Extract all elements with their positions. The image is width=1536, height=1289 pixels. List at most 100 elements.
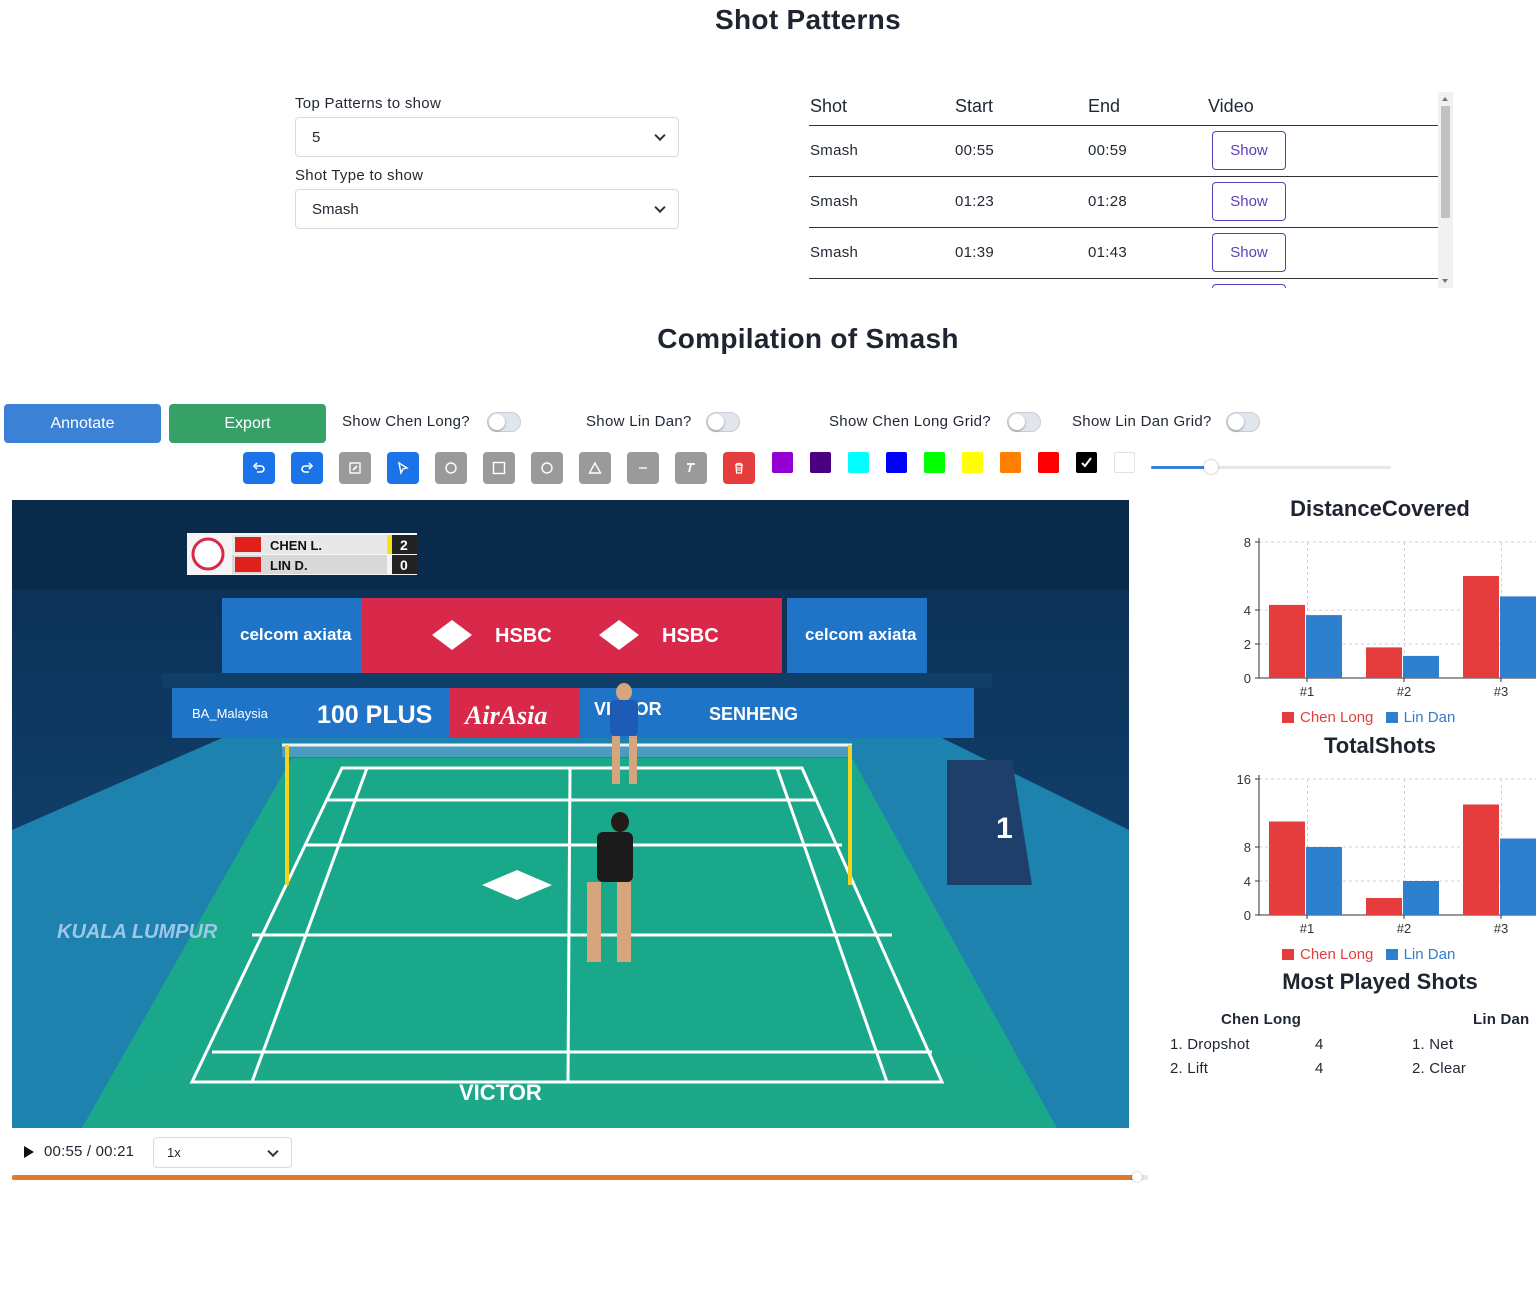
delete-tool-button[interactable]	[723, 452, 755, 484]
most-played-header-lin-dan: Lin Dan	[1473, 1011, 1530, 1028]
table-row: Smash 01:23 01:28 Show	[809, 177, 1438, 228]
y-tick-label: 4	[1244, 874, 1251, 889]
column-header-end: End	[1088, 96, 1121, 116]
color-swatch-white[interactable]	[1114, 452, 1135, 473]
legend-chen-long: Chen Long	[1300, 946, 1374, 963]
distance-covered-chart: 0 2 4 8 #1 #2 #3	[1244, 535, 1536, 699]
show-video-button[interactable]: Show	[1212, 182, 1286, 221]
color-swatch-orange[interactable]	[1000, 452, 1021, 473]
most-played-title: Most Played Shots	[1282, 969, 1478, 994]
show-chen-long-grid-label: Show Chen Long Grid?	[829, 413, 991, 430]
color-swatch-red[interactable]	[1038, 452, 1059, 473]
shot-patterns-table: Shot Start End Video Smash 00:55 00:59 S…	[809, 92, 1453, 288]
table-row-partial	[809, 279, 1438, 288]
redo-button[interactable]	[291, 452, 323, 484]
trash-icon	[735, 462, 743, 474]
bar-chen-long-2	[1366, 647, 1402, 678]
video-player[interactable]: celcom axiata HSBC HSBC celcom axiata BA…	[12, 500, 1129, 1128]
color-swatch-cyan[interactable]	[848, 452, 869, 473]
legend-chen-long: Chen Long	[1300, 709, 1374, 726]
select-tool-button[interactable]	[387, 452, 419, 484]
scroll-down-arrow-icon[interactable]	[1442, 279, 1448, 283]
text-tool-button[interactable]	[675, 452, 707, 484]
triangle-tool-button[interactable]	[579, 452, 611, 484]
annotate-button[interactable]: Annotate	[4, 404, 161, 443]
show-video-button[interactable]: Show	[1212, 233, 1286, 272]
brush-size-thumb[interactable]	[1204, 460, 1218, 474]
cell-end: 01:28	[1088, 193, 1128, 210]
cell-shot: Smash	[810, 193, 859, 210]
triangle-icon	[588, 461, 602, 474]
video-progress-thumb[interactable]	[1131, 1172, 1142, 1182]
video-progress-bar[interactable]	[12, 1172, 1148, 1182]
scrollbar-thumb[interactable]	[1441, 106, 1450, 218]
ellipse-icon	[541, 462, 553, 474]
redo-icon	[301, 462, 314, 473]
top-patterns-value: 5	[312, 128, 321, 146]
bar-lin-dan-3	[1500, 596, 1536, 678]
pointer-icon	[397, 461, 409, 475]
bar-chen-long-1	[1269, 604, 1305, 678]
show-chen-long-label: Show Chen Long?	[342, 413, 470, 430]
100plus-board: 100 PLUS	[317, 701, 432, 729]
edit-tool-button[interactable]	[339, 452, 371, 484]
edit-icon	[349, 462, 361, 474]
color-swatch-yellow[interactable]	[962, 452, 983, 473]
color-swatch-green[interactable]	[924, 452, 945, 473]
square-icon	[492, 461, 506, 475]
video-time: 00:55 / 00:21	[44, 1143, 135, 1160]
bar-lin-dan-2	[1403, 655, 1439, 678]
play-button[interactable]	[22, 1145, 36, 1159]
bar-chen-long-1	[1269, 821, 1305, 915]
table-scrollbar[interactable]	[1438, 92, 1453, 288]
show-video-button[interactable]: Show	[1212, 131, 1286, 170]
color-swatch-indigo[interactable]	[810, 452, 831, 473]
line-tool-button[interactable]	[627, 452, 659, 484]
ellipse-tool-button[interactable]	[531, 452, 563, 484]
shot-type-select[interactable]: Smash	[295, 189, 679, 229]
rectangle-tool-button[interactable]	[483, 452, 515, 484]
export-button[interactable]: Export	[169, 404, 326, 443]
undo-icon	[252, 462, 265, 473]
column-header-start: Start	[955, 96, 994, 116]
undo-button[interactable]	[243, 452, 275, 484]
show-chen-long-grid-toggle[interactable]	[1007, 412, 1041, 432]
top-patterns-label: Top Patterns to show	[295, 95, 442, 112]
chart-title-distance: DistanceCovered	[1290, 496, 1470, 521]
most-played-chen-count-1: 4	[1315, 1036, 1324, 1053]
legend-lin-dan: Lin Dan	[1403, 709, 1456, 726]
x-tick-label: #3	[1494, 684, 1508, 699]
color-swatch-black[interactable]	[1076, 452, 1097, 473]
color-swatch-blue[interactable]	[886, 452, 907, 473]
bar-lin-dan-1	[1306, 615, 1342, 678]
cell-start: 01:39	[955, 244, 995, 261]
top-patterns-select[interactable]: 5	[295, 117, 679, 157]
color-swatch-violet[interactable]	[772, 452, 793, 473]
play-icon	[24, 1146, 34, 1158]
scroll-up-arrow-icon[interactable]	[1442, 97, 1448, 101]
hsbc-board-left: HSBC	[495, 625, 552, 647]
show-chen-long-toggle[interactable]	[487, 412, 521, 432]
bar-lin-dan-2	[1403, 881, 1439, 915]
kuala-lumpur-floor-text: KUALA LUMPUR	[57, 921, 218, 943]
show-lin-dan-grid-toggle[interactable]	[1226, 412, 1260, 432]
playback-speed-select[interactable]: 1x	[153, 1137, 292, 1168]
x-tick-label: #3	[1494, 921, 1508, 936]
scoreboard-player2: LIN D.	[270, 558, 308, 573]
table-header: Shot Start End Video	[809, 92, 1438, 126]
brush-size-slider[interactable]	[1151, 460, 1391, 474]
scoreboard-player1: CHEN L.	[270, 538, 322, 553]
shot-type-value: Smash	[312, 200, 359, 218]
video-frame: celcom axiata HSBC HSBC celcom axiata BA…	[12, 500, 1129, 1128]
x-tick-label: #2	[1397, 684, 1411, 699]
show-lin-dan-label: Show Lin Dan?	[586, 413, 692, 430]
chart-legend-total-shots: Chen Long Lin Dan	[1282, 946, 1455, 963]
airasia-board: AirAsia	[463, 701, 547, 730]
show-lin-dan-toggle[interactable]	[706, 412, 740, 432]
cell-end: 01:43	[1088, 244, 1128, 261]
circle-tool-button[interactable]	[435, 452, 467, 484]
shot-type-label: Shot Type to show	[295, 167, 424, 184]
y-tick-label: 8	[1244, 840, 1251, 855]
most-played-lin-shot-2: 2. Clear	[1412, 1060, 1467, 1077]
show-video-button-partial[interactable]	[1212, 284, 1286, 288]
